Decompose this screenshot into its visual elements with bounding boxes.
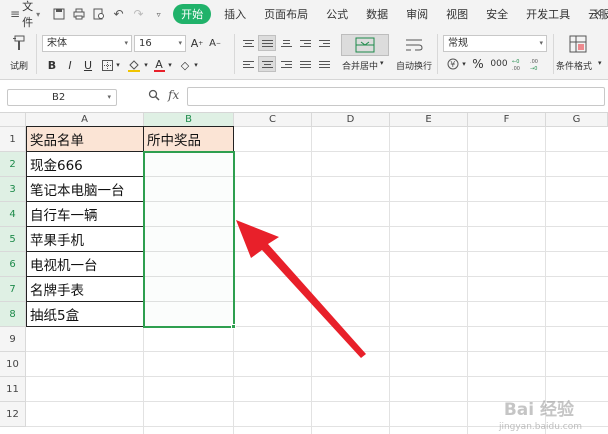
separator: [234, 34, 235, 74]
merge-center-label[interactable]: 合并居中: [342, 59, 378, 72]
align-left-icon[interactable]: [240, 57, 256, 71]
insert-function-button[interactable]: fx: [168, 88, 179, 102]
formula-bar: B2 ▾ fx: [0, 80, 608, 113]
cell-reference: B2: [52, 92, 66, 103]
italic-button[interactable]: I: [64, 57, 76, 73]
redo-icon[interactable]: ↷: [132, 7, 145, 21]
wrap-text-button[interactable]: [400, 34, 428, 56]
increase-font-icon[interactable]: A +: [190, 35, 204, 51]
thousands-separator-button[interactable]: 000: [489, 56, 509, 72]
conditional-format-icon: [569, 35, 587, 53]
conditional-format-button[interactable]: [566, 33, 590, 55]
separator: [437, 34, 438, 74]
align-middle-icon[interactable]: [258, 35, 276, 51]
watermark-logo: Bai 经验: [503, 400, 574, 420]
format-painter-icon: [13, 35, 25, 50]
tab-insert[interactable]: 插入: [215, 6, 255, 22]
merge-center-button[interactable]: [341, 34, 389, 56]
chevron-down-icon: ▾: [107, 93, 111, 101]
menu-bar: ≡ 文件 ▾ ↶ ↷ ▿ 开始 插入 页面布局 公式 数据 审阅 视图 安全 开…: [0, 0, 608, 30]
chevron-down-icon[interactable]: ▾: [166, 57, 174, 73]
currency-icon[interactable]: ¥: [446, 57, 460, 71]
chevron-down-icon: ▾: [178, 39, 182, 47]
conditional-format-label[interactable]: 条件格式: [556, 59, 592, 72]
number-format-value: 常规: [448, 38, 468, 49]
svg-text:.00: .00: [530, 59, 538, 65]
menu-icon[interactable]: ≡: [10, 7, 20, 21]
file-menu[interactable]: 文件: [22, 0, 33, 30]
align-right-icon[interactable]: [278, 57, 294, 71]
indent-increase-icon[interactable]: [316, 36, 332, 50]
quick-access-toolbar: ↶ ↷ ▿: [52, 7, 165, 21]
separator: [553, 34, 554, 74]
font-size-select[interactable]: 16 ▾: [134, 35, 186, 52]
clear-format-icon[interactable]: ◇: [178, 57, 192, 73]
svg-text:¥: ¥: [450, 60, 455, 69]
formula-input[interactable]: [187, 87, 605, 106]
align-bottom-icon[interactable]: [278, 36, 294, 50]
increase-decimal-icon[interactable]: ←0.00: [511, 56, 527, 72]
chevron-down-icon: ▾: [124, 39, 128, 47]
tab-security[interactable]: 安全: [477, 6, 517, 22]
indent-decrease-icon[interactable]: [297, 36, 313, 50]
svg-text:.00: .00: [512, 66, 520, 71]
fill-color-icon[interactable]: [126, 57, 142, 73]
tab-formulas[interactable]: 公式: [317, 6, 357, 22]
chevron-down-icon[interactable]: ▾: [460, 57, 468, 71]
separator: [36, 34, 37, 74]
number-format-select[interactable]: 常规 ▾: [443, 35, 547, 52]
customize-qat-icon[interactable]: ▿: [152, 8, 165, 21]
close-icon[interactable]: ✕: [593, 7, 602, 20]
tab-view[interactable]: 视图: [437, 6, 477, 22]
undo-icon[interactable]: ↶: [112, 7, 125, 21]
align-center-icon[interactable]: [258, 56, 276, 72]
svg-text:←0: ←0: [512, 59, 519, 65]
tab-data[interactable]: 数据: [357, 6, 397, 22]
zoom-icon[interactable]: [148, 89, 160, 104]
chevron-down-icon: ▾: [539, 39, 543, 47]
spreadsheet-grid[interactable]: A B C D E F G 1 2 3 4 5 6 7 8 9 10 11 12…: [0, 113, 608, 434]
name-box[interactable]: B2 ▾: [7, 89, 117, 106]
decrease-decimal-icon[interactable]: .00 →0: [529, 56, 545, 72]
svg-text:→0: →0: [530, 66, 537, 71]
chevron-down-icon[interactable]: ▾: [142, 57, 150, 73]
chevron-down-icon[interactable]: ▾: [598, 59, 602, 67]
font-name-value: 宋体: [47, 38, 67, 49]
percent-button[interactable]: %: [472, 56, 484, 72]
print-preview-icon[interactable]: [92, 8, 105, 21]
ribbon-home: 试刷 宋体 ▾ 16 ▾ A + A − B I U ▾ ▾ A ▾ ◇ ▾ 合…: [0, 28, 608, 80]
align-top-icon[interactable]: [240, 36, 256, 50]
ribbon-tabs: 开始 插入 页面布局 公式 数据 审阅 视图 安全 开发工具 云服务: [173, 4, 608, 24]
tab-home[interactable]: 开始: [173, 4, 212, 24]
wrap-text-label[interactable]: 自动换行: [396, 59, 432, 72]
decrease-font-icon[interactable]: A −: [208, 35, 222, 51]
tab-developer[interactable]: 开发工具: [517, 6, 579, 22]
border-icon[interactable]: [100, 57, 114, 73]
merge-cells-icon: [355, 37, 375, 53]
justify-icon[interactable]: [297, 57, 313, 71]
save-icon[interactable]: [52, 8, 65, 21]
chevron-down-icon[interactable]: ▾: [36, 10, 40, 19]
print-icon[interactable]: [72, 8, 85, 21]
tab-page-layout[interactable]: 页面布局: [255, 6, 317, 22]
format-painter-button[interactable]: [8, 33, 30, 55]
tab-review[interactable]: 审阅: [397, 6, 437, 22]
wrap-text-icon: [406, 39, 423, 51]
font-size-value: 16: [139, 38, 152, 49]
chevron-down-icon[interactable]: ▾: [192, 57, 200, 73]
underline-button[interactable]: U: [82, 57, 94, 73]
font-name-select[interactable]: 宋体 ▾: [42, 35, 132, 52]
distributed-align-icon[interactable]: [316, 57, 332, 71]
annotation-arrow-icon: [236, 220, 366, 358]
chevron-down-icon[interactable]: ▾: [114, 57, 122, 73]
watermark-url: jingyan.baidu.com: [498, 422, 582, 432]
format-painter-label: 试刷: [10, 62, 29, 72]
bold-button[interactable]: B: [46, 57, 58, 73]
chevron-down-icon[interactable]: ▾: [380, 59, 384, 67]
font-color-icon[interactable]: A: [152, 57, 166, 73]
